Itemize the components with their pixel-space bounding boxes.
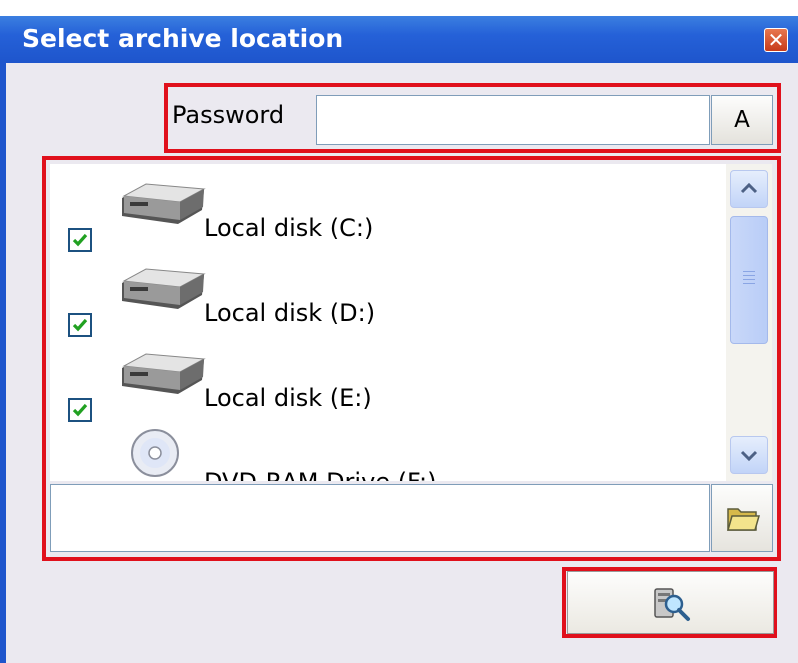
drive-item[interactable]: Local disk (D:) bbox=[50, 265, 720, 345]
drive-list[interactable]: Local disk (C:) Local disk (D:) Local di… bbox=[50, 164, 772, 481]
drive-label: DVD-RAM Drive (F:) bbox=[204, 468, 436, 481]
drive-checkbox[interactable] bbox=[68, 398, 92, 422]
password-input[interactable] bbox=[316, 95, 710, 145]
drive-label: Local disk (E:) bbox=[204, 384, 372, 412]
drive-list-scrollbar[interactable] bbox=[726, 164, 772, 481]
drive-checkbox[interactable] bbox=[68, 313, 92, 337]
archive-location-dialog: Select archive location ✕ Password A Loc… bbox=[0, 0, 798, 663]
hard-disk-icon bbox=[122, 183, 206, 224]
scroll-down-button[interactable] bbox=[730, 436, 768, 474]
window-title: Select archive location bbox=[22, 24, 344, 53]
browse-folder-button[interactable] bbox=[711, 484, 773, 552]
drive-label: Local disk (D:) bbox=[204, 299, 376, 327]
drive-item[interactable]: DVD-RAM Drive (F:) bbox=[50, 426, 720, 481]
scroll-thumb[interactable] bbox=[730, 216, 768, 344]
drive-checkbox[interactable] bbox=[68, 228, 92, 252]
chevron-down-icon bbox=[740, 450, 758, 462]
show-password-button[interactable]: A bbox=[711, 95, 773, 145]
folder-icon bbox=[727, 508, 760, 531]
search-archive-button[interactable] bbox=[567, 571, 774, 634]
archive-path-input[interactable] bbox=[50, 484, 710, 552]
drive-item[interactable]: Local disk (C:) bbox=[50, 180, 720, 260]
password-label: Password bbox=[172, 101, 285, 129]
close-icon: ✕ bbox=[767, 28, 785, 52]
title-bar[interactable]: Select archive location ✕ bbox=[0, 16, 798, 63]
close-button[interactable]: ✕ bbox=[764, 28, 788, 52]
scroll-up-button[interactable] bbox=[730, 170, 768, 208]
hard-disk-icon bbox=[122, 353, 206, 394]
search-disk-icon bbox=[654, 588, 690, 621]
hard-disk-icon bbox=[122, 268, 206, 309]
drive-label: Local disk (C:) bbox=[204, 214, 374, 242]
drive-item[interactable]: Local disk (E:) bbox=[50, 350, 720, 430]
chevron-up-icon bbox=[740, 182, 758, 194]
cd-dvd-icon bbox=[131, 429, 179, 477]
